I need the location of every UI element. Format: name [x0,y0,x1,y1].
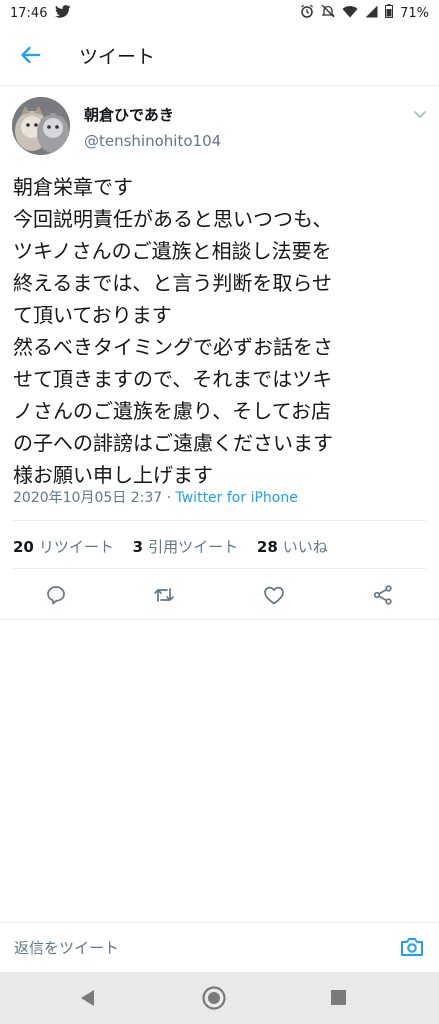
twitter-icon [55,4,72,22]
header-divider [0,85,439,86]
share-button[interactable] [371,583,395,607]
reply-button[interactable] [44,583,68,607]
tweet-line: ノさんのご遺族を慮り、そしてお店 [13,399,331,423]
tweet-line: せて頂きますので、それまではツキ [13,367,333,391]
system-nav-bar [0,972,439,1024]
tweet-action-bar [0,578,439,612]
retweets-label: リツイート [38,538,114,556]
avatar[interactable] [12,97,70,155]
tweet-text: 朝倉栄章です 今回説明責任があると思いつつも、 ツキノさんのご遺族と相談し法要を… [13,171,433,491]
square-recents-icon [331,990,346,1005]
tweet-line: 終えるまでは、と言う判断を取らせ [13,271,332,295]
page-title: ツイート [79,45,156,68]
retweets-count: 20 [13,538,34,556]
back-arrow-icon [21,46,40,64]
tweet-meta: 2020年10月05日 2:37 · Twitter for iPhone [13,487,298,507]
quotes-stat[interactable]: 3 引用ツイート [133,538,238,556]
status-time: 17:46 [10,5,48,21]
tweet-source-link[interactable]: Twitter for iPhone [176,490,298,506]
actions-divider [0,619,439,620]
quotes-label: 引用ツイート [148,538,239,556]
reply-bar: 返信をツイート [0,922,439,973]
alarm-icon [300,4,314,22]
nav-recents-button[interactable] [330,989,347,1010]
app-header: ツイート [0,26,439,84]
user-handle[interactable]: @tenshinohito104 [84,132,221,150]
tweet-line: 然るべきタイミングで必ずお話をさ [13,335,333,359]
triangle-back-icon [81,990,94,1006]
stats-divider [13,568,426,569]
display-name[interactable]: 朝倉ひであき [84,104,174,125]
reply-input[interactable]: 返信をツイート [14,937,119,958]
nav-home-button[interactable] [201,985,227,1015]
meta-divider [13,520,426,521]
tweet-line: 朝倉栄章です [13,175,133,199]
camera-icon [401,938,423,956]
reply-icon [47,586,65,605]
battery-percent: 71% [400,5,429,21]
mute-icon [321,4,335,22]
heart-icon [264,586,284,605]
tweet-line: ツキノさんのご遺族と相談し法要を [13,239,332,263]
home-circle-icon [202,986,226,1010]
share-icon [373,585,392,605]
tweet-stats: 20 リツイート 3 引用ツイート 28 いいね [13,536,342,557]
more-options-button[interactable] [410,106,430,124]
cat-avatar-image [12,97,70,155]
quotes-count: 3 [132,538,144,556]
camera-button[interactable] [399,935,425,959]
tweet-timestamp: 2020年10月05日 2:37 · [13,490,176,506]
chevron-down-icon [414,111,426,118]
retweet-icon [154,588,174,602]
battery-icon [385,4,394,22]
status-bar: 17:46 71% [0,0,439,26]
signal-icon [365,5,378,22]
likes-label: いいね [282,538,328,556]
tweet-line: の子への誹謗はご遠慮くださいます [13,431,333,455]
wifi-icon [342,5,358,22]
back-button[interactable] [15,40,45,70]
tweet-line: 今回説明責任があると思いつつも、 [13,207,333,231]
status-icons: 71% [300,4,429,22]
nav-back-button[interactable] [78,988,96,1012]
like-button[interactable] [262,583,286,607]
retweets-stat[interactable]: 20 リツイート [13,538,114,556]
likes-count: 28 [256,538,278,556]
tweet-line: て頂いております [13,303,172,327]
retweet-button[interactable] [152,583,176,607]
likes-stat[interactable]: 28 いいね [257,538,328,556]
